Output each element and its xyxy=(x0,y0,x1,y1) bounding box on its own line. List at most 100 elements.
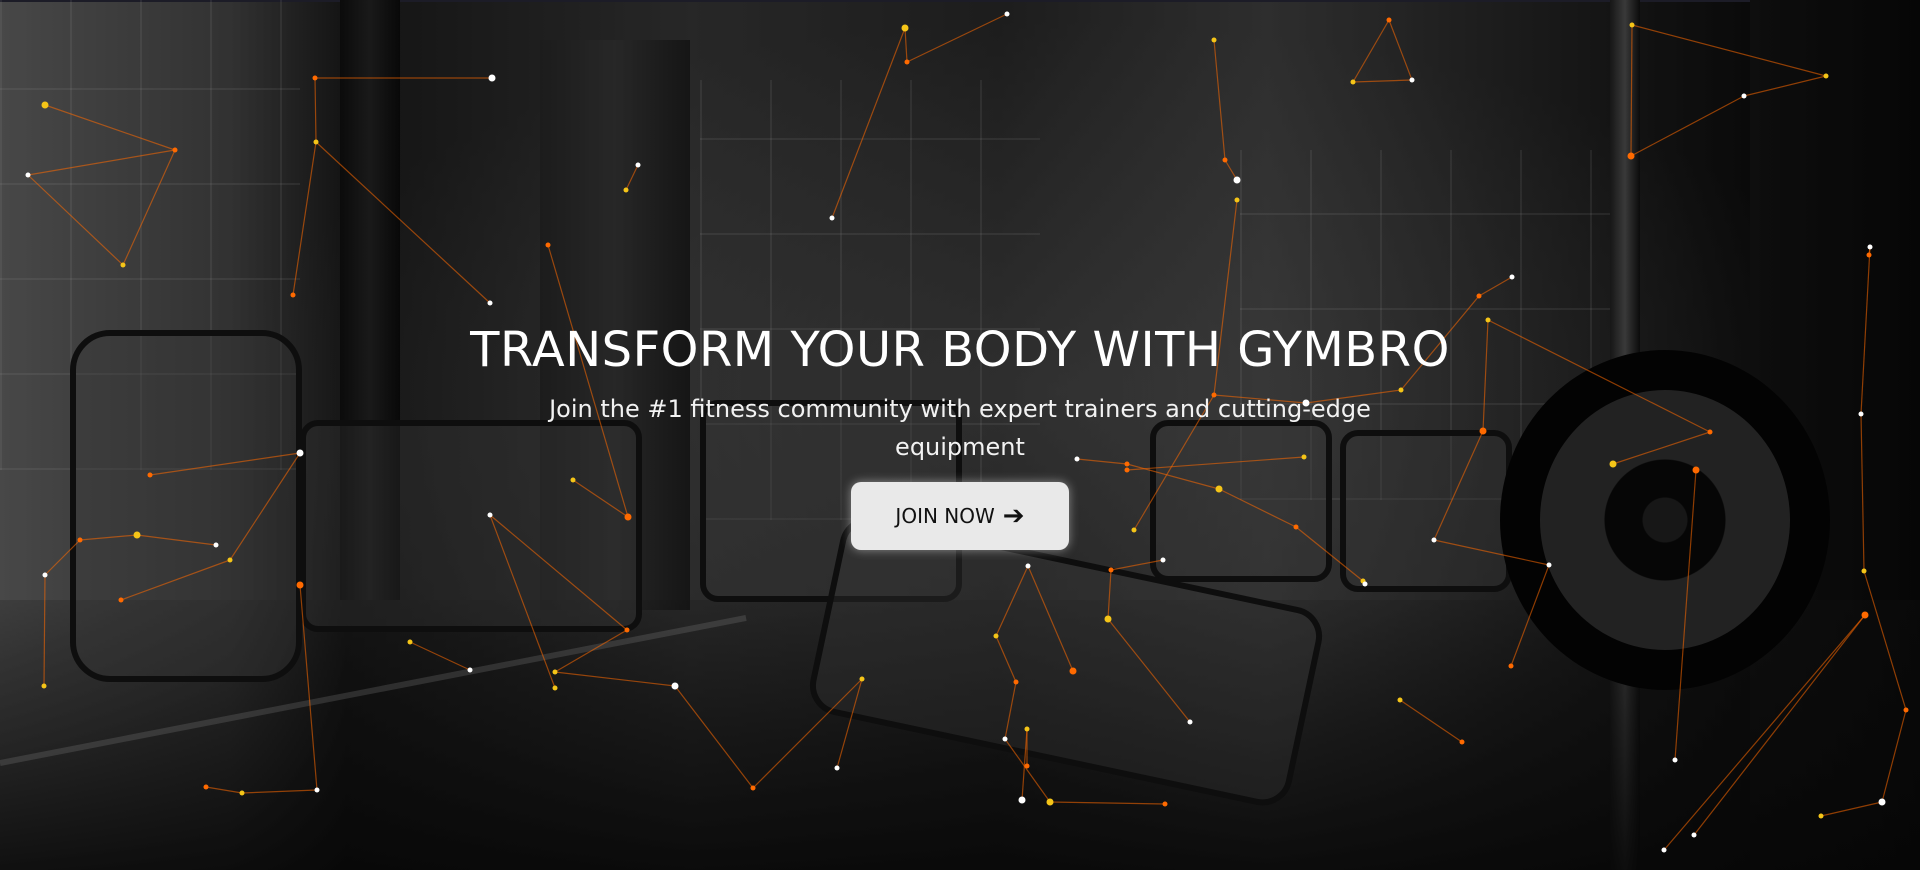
particle-dot xyxy=(1629,22,1635,28)
particle-dot xyxy=(1046,798,1054,806)
particle-dot xyxy=(1878,798,1886,806)
particle-dot xyxy=(993,633,999,639)
particle-link xyxy=(1743,75,1827,97)
particle-dot xyxy=(901,24,909,32)
particle-link xyxy=(1399,699,1463,743)
particle-link xyxy=(292,141,317,296)
hero-headline: TRANSFORM YOUR BODY WITH GYMBRO xyxy=(470,322,1450,378)
particle-link xyxy=(752,678,863,789)
particle-dot xyxy=(1104,615,1112,623)
particle-dot xyxy=(312,75,318,81)
particle-dot xyxy=(1013,679,1019,685)
particle-link xyxy=(27,174,124,266)
particle-dot xyxy=(313,139,319,145)
particle-dot xyxy=(227,557,233,563)
particle-dot xyxy=(487,300,493,306)
particle-dot xyxy=(1233,176,1241,184)
particle-dot xyxy=(1866,252,1872,258)
particle-dot xyxy=(467,667,473,673)
particle-dot xyxy=(172,147,178,153)
particle-dot xyxy=(552,669,558,675)
particle-link xyxy=(1630,95,1745,157)
particle-link xyxy=(1663,614,1866,851)
particle-link xyxy=(120,559,231,601)
particle-link xyxy=(625,164,639,191)
particle-link xyxy=(1820,801,1883,817)
particle-dot xyxy=(120,262,126,268)
particle-dot xyxy=(239,790,245,796)
particle-dot xyxy=(1211,37,1217,43)
particle-dot xyxy=(296,581,304,589)
join-now-button-label: JOIN NOW xyxy=(895,504,995,528)
particle-link xyxy=(43,574,46,687)
particle-link xyxy=(314,77,317,143)
particle-dot xyxy=(1546,562,1552,568)
particle-dot xyxy=(1459,739,1465,745)
particle-dot xyxy=(118,597,124,603)
particle-link xyxy=(554,671,676,687)
hero-content: TRANSFORM YOUR BODY WITH GYMBRO Join the… xyxy=(0,320,1920,550)
particle-dot xyxy=(1004,11,1010,17)
particle-dot xyxy=(314,787,320,793)
particle-link xyxy=(122,149,176,266)
hero-section: TRANSFORM YOUR BODY WITH GYMBRO Join the… xyxy=(0,0,1920,870)
particle-link xyxy=(1004,681,1017,740)
particle-link xyxy=(1107,618,1191,723)
particle-link xyxy=(1478,276,1513,297)
particle-dot xyxy=(545,242,551,248)
particle-dot xyxy=(834,765,840,771)
particle-dot xyxy=(635,162,641,168)
particle-dot xyxy=(1386,17,1392,23)
hero-subheadline: Join the #1 fitness community with exper… xyxy=(549,395,1371,461)
particle-link xyxy=(1388,19,1413,81)
particle-dot xyxy=(1823,73,1829,79)
particle-dot xyxy=(904,59,910,65)
particle-dot xyxy=(1861,568,1867,574)
particle-dot xyxy=(1661,847,1667,853)
particle-link xyxy=(205,786,243,794)
particle-dot xyxy=(859,676,865,682)
particle-link xyxy=(1863,570,1907,711)
particle-dot xyxy=(407,639,413,645)
particle-link xyxy=(241,789,318,794)
particle-dot xyxy=(1476,293,1482,299)
particle-dot xyxy=(624,627,630,633)
particle-dot xyxy=(1160,557,1166,563)
particle-dot xyxy=(1818,813,1824,819)
particle-link xyxy=(995,565,1029,637)
particle-link xyxy=(299,584,318,791)
particle-link xyxy=(1352,19,1390,83)
particle-link xyxy=(836,678,863,769)
particle-link xyxy=(1027,565,1074,672)
particle-dot xyxy=(1222,157,1228,163)
particle-link xyxy=(27,149,176,176)
particle-dot xyxy=(829,215,835,221)
particle-dot xyxy=(42,572,48,578)
particle-dot xyxy=(1024,726,1030,732)
particle-link xyxy=(1213,39,1226,161)
particle-link xyxy=(674,685,754,789)
particle-dot xyxy=(1509,274,1515,280)
particle-link xyxy=(906,13,1008,63)
particle-dot xyxy=(1024,763,1030,769)
particle-link xyxy=(831,27,906,219)
arrow-right-icon: ➔ xyxy=(1002,501,1025,531)
particle-link xyxy=(1352,79,1413,83)
particle-dot xyxy=(290,292,296,298)
particle-dot xyxy=(552,685,558,691)
particle-dot xyxy=(488,74,496,82)
particle-link xyxy=(409,641,471,671)
particle-dot xyxy=(1025,563,1031,569)
particle-link xyxy=(44,104,176,151)
particle-dot xyxy=(1861,611,1869,619)
particle-dot xyxy=(671,682,679,690)
join-now-button[interactable]: JOIN NOW ➔ xyxy=(851,482,1069,550)
particle-dot xyxy=(1108,567,1114,573)
particle-link xyxy=(1510,564,1550,667)
particle-dot xyxy=(41,101,49,109)
particle-dot xyxy=(1362,581,1368,587)
particle-link xyxy=(1107,569,1112,620)
particle-link xyxy=(995,635,1017,683)
particle-link xyxy=(315,141,491,304)
particle-dot xyxy=(1627,152,1635,160)
